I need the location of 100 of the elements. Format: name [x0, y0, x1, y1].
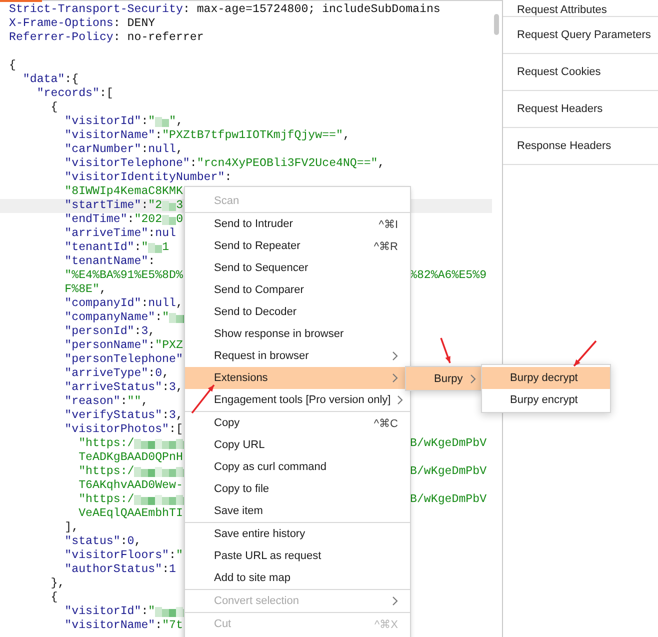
code-text: :: [127, 213, 134, 227]
code-text: 3: [169, 381, 176, 395]
code-text: "arriveType": [64, 367, 148, 381]
code-text: :: [162, 563, 170, 577]
annotation-arrow: [191, 384, 215, 414]
code-text: 3: [176, 199, 184, 213]
code-text: "visitorId": [64, 115, 142, 129]
code-text: "visitorTelephone": [64, 157, 190, 171]
code-text: : DENY: [113, 17, 156, 31]
code-text: TeADKgBAAD0QPnH: [78, 451, 183, 465]
code-text: nul: [155, 227, 176, 241]
code-text: X-Frame-Options: [9, 17, 114, 31]
code-text: :: [190, 157, 197, 171]
code-text: "%E4%BA%91%E5%8D%: [64, 269, 183, 283]
code-text: 0: [127, 535, 134, 549]
code-text: ": [148, 605, 156, 619]
code-text: ": [169, 115, 176, 129]
code-text: "tenantId": [64, 241, 134, 255]
code-text: 1: [162, 241, 170, 255]
code-text: :: [155, 129, 162, 143]
inspector-section[interactable]: Response Headers: [517, 140, 612, 152]
code-text: ,: [141, 395, 148, 409]
menu-item[interactable]: Copy as curl command: [185, 456, 410, 478]
chevron-right-icon: [392, 351, 398, 361]
code-text: },: [50, 577, 65, 591]
menu-item[interactable]: Send to Comparer: [185, 279, 410, 301]
code-text: "data": [22, 73, 65, 87]
menu-item[interactable]: Copy to file: [185, 478, 410, 500]
code-text: "status": [64, 535, 120, 549]
code-text: "reason": [64, 395, 120, 409]
inspector-section[interactable]: Request Attributes: [517, 4, 607, 16]
code-text: :: [169, 549, 176, 563]
code-text: :[: [169, 423, 183, 437]
code-text: ,: [176, 143, 183, 157]
annotation-arrow: [573, 340, 597, 367]
code-text: : no-referrer: [113, 31, 204, 45]
code-text: {: [9, 59, 16, 73]
code-text: "visitorFloors": [64, 549, 170, 563]
code-text: :: [148, 255, 156, 269]
inspector-section[interactable]: Request Cookies: [517, 66, 601, 78]
code-text: ": [148, 115, 156, 129]
code-text: ": [162, 311, 170, 325]
menu-item[interactable]: Send to Decoder: [185, 301, 410, 323]
code-text: 3: [141, 325, 148, 339]
code-text: "2: [148, 199, 162, 213]
code-text: "visitorName": [64, 619, 156, 633]
code-text: :: [224, 171, 232, 185]
code-text: "companyName": [64, 311, 156, 325]
code-text: "verifyStatus": [64, 409, 162, 423]
code-text: :: [148, 339, 156, 353]
menu-item[interactable]: Copy URL: [185, 434, 410, 456]
code-text: null: [148, 143, 176, 157]
code-text: "https:/: [78, 493, 134, 507]
menu-item[interactable]: Request in browser: [185, 345, 410, 367]
menu-item[interactable]: Burpy: [406, 367, 482, 390]
code-text: "authorStatus": [64, 563, 162, 577]
code-text: "personName": [64, 339, 148, 353]
menu-item[interactable]: Send to Sequencer: [185, 257, 410, 279]
code-text: "visitorPhotos": [64, 423, 170, 437]
chevron-right-icon: [392, 596, 398, 606]
code-text: ,: [148, 325, 156, 339]
code-text: "carNumber": [64, 143, 142, 157]
menu-item[interactable]: Paste URL as request: [185, 545, 410, 567]
scrollbar-thumb[interactable]: [494, 14, 499, 35]
code-text: "personTelephone": [64, 353, 183, 367]
menu-item[interactable]: Burpy encrypt: [482, 389, 610, 411]
menu-item[interactable]: Send to Repeater ^⌘R: [185, 235, 410, 257]
code-text: "startTime": [64, 199, 142, 213]
code-text: "8IWWIp4KemaC8KMK: [64, 185, 183, 199]
code-text: :: [155, 619, 162, 633]
code-text: B/wKgeDmPbV: [410, 437, 488, 451]
code-text: "visitorName": [64, 129, 156, 143]
code-text: "": [127, 395, 142, 409]
code-text: ,: [378, 157, 385, 171]
code-text: ,: [342, 129, 350, 143]
code-text: "arriveTime": [64, 227, 148, 241]
code-text: ,: [176, 409, 183, 423]
menu-item[interactable]: Engagement tools [Pro version only]: [185, 389, 410, 411]
code-text: "PXZ: [155, 339, 183, 353]
menu-item[interactable]: Copy ^⌘C: [185, 412, 410, 434]
code-text: :: [148, 227, 156, 241]
code-text: Referrer-Policy: [9, 31, 114, 45]
menu-item[interactable]: Show response in browser: [185, 323, 410, 345]
code-text: VeAEqlQAAEmbhTI: [78, 507, 183, 521]
menu-item[interactable]: Add to site map: [185, 567, 410, 589]
menu-item[interactable]: Save entire history: [185, 523, 410, 545]
code-text: "7t: [162, 619, 183, 633]
menu-item[interactable]: Send to Intruder ^⌘I: [185, 213, 410, 235]
code-text: B/wKgeDmPbV: [410, 493, 488, 507]
chevron-right-icon: [470, 374, 476, 384]
menu-item[interactable]: Save item: [185, 500, 410, 522]
code-text: :: [141, 297, 148, 311]
code-text: :: [141, 199, 148, 213]
code-text: "tenantName": [64, 255, 148, 269]
inspector-section[interactable]: Request Headers: [517, 103, 603, 115]
chevron-right-icon: [396, 395, 403, 405]
inspector-section[interactable]: Request Query Parameters: [517, 29, 651, 41]
code-text: "https:/: [78, 437, 134, 451]
menu-item[interactable]: Burpy decrypt: [482, 367, 610, 389]
code-text: "rcn4XyPEOBli3FV2Uce4NQ==": [196, 157, 378, 171]
